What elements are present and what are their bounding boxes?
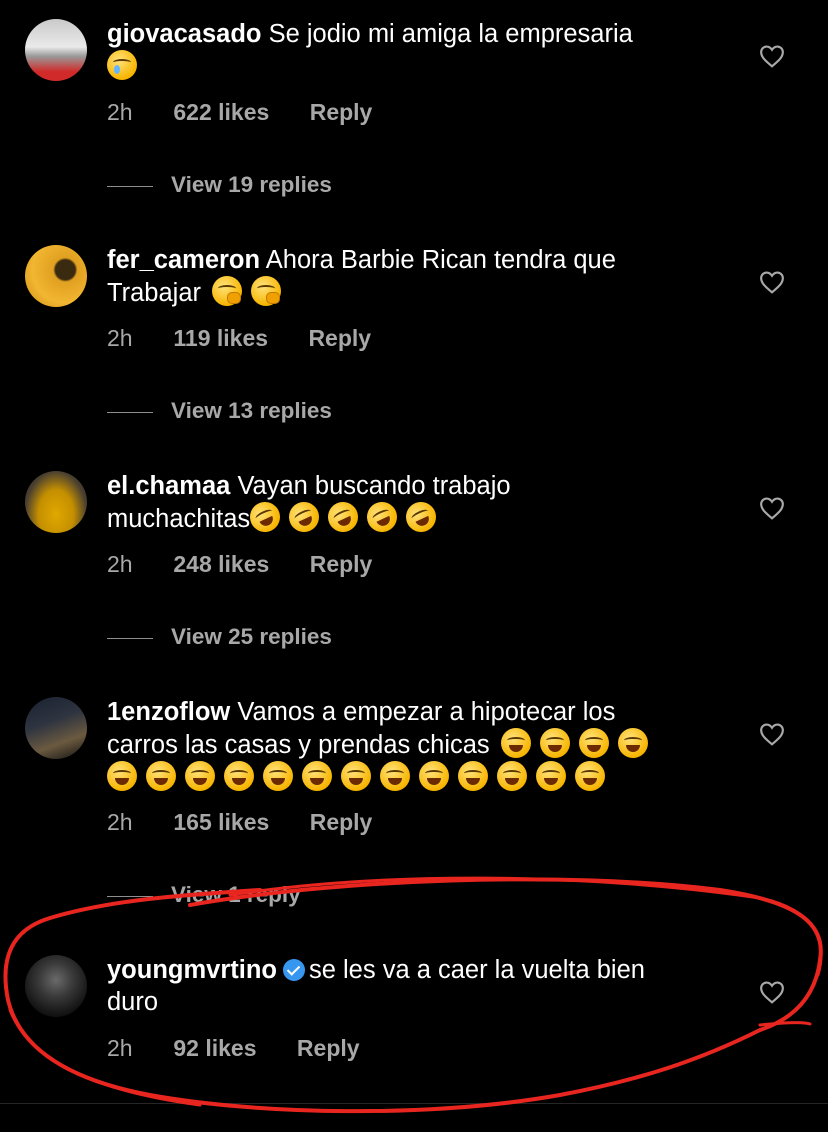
comment-time: 2h <box>107 809 133 835</box>
bottom-divider <box>0 1103 828 1104</box>
heart-outline-icon[interactable] <box>759 270 785 294</box>
tears-of-joy-icon <box>263 761 293 791</box>
comment-username[interactable]: youngmvrtino <box>107 956 277 984</box>
comment-likes[interactable]: 119 likes <box>173 325 268 352</box>
comment-text: se les va a caer la vuelta bien <box>309 956 645 984</box>
comment-likes[interactable]: 248 likes <box>173 551 269 578</box>
tears-of-joy-icon <box>380 761 410 791</box>
rolling-on-floor-laughing-icon <box>323 497 364 537</box>
rolling-on-floor-laughing-icon <box>362 497 403 537</box>
face-with-hand-over-mouth-icon <box>251 276 282 306</box>
tears-of-joy-icon <box>185 761 215 791</box>
thread-line <box>107 411 153 413</box>
tears-of-joy-icon <box>536 761 566 791</box>
reply-button[interactable]: Reply <box>308 325 371 352</box>
rolling-on-floor-laughing-icon <box>245 497 286 537</box>
crying-face-icon <box>107 50 137 80</box>
face-with-hand-over-mouth-icon <box>212 276 243 306</box>
verified-badge-icon <box>283 959 305 981</box>
comment-text: Se jodio mi amiga la empresaria <box>268 20 633 48</box>
tears-of-joy-icon <box>419 761 449 791</box>
comment-time: 2h <box>107 551 133 577</box>
heart-outline-icon[interactable] <box>759 496 785 520</box>
tears-of-joy-icon <box>107 761 137 791</box>
tears-of-joy-icon <box>302 761 332 791</box>
view-replies-button[interactable]: View 19 replies <box>107 172 332 198</box>
comment-likes[interactable]: 92 likes <box>173 1035 256 1062</box>
avatar[interactable] <box>25 471 87 533</box>
comment-time: 2h <box>107 325 133 351</box>
heart-outline-icon[interactable] <box>759 980 785 1004</box>
comment-likes[interactable]: 165 likes <box>173 809 269 836</box>
comment-text: Vamos a empezar a hipotecar los <box>237 698 616 726</box>
comment-text-line2: carros las casas y prendas chicas <box>107 731 490 759</box>
reply-button[interactable]: Reply <box>297 1035 360 1062</box>
comment-username[interactable]: el.chamaa <box>107 472 230 500</box>
reply-button[interactable]: Reply <box>310 809 373 836</box>
avatar[interactable] <box>25 245 87 307</box>
avatar[interactable] <box>25 697 87 759</box>
thread-line <box>107 185 153 187</box>
avatar[interactable] <box>25 19 87 81</box>
view-replies-button[interactable]: View 1 reply <box>107 882 301 908</box>
comment-username[interactable]: fer_cameron <box>107 246 260 274</box>
comment-text-line2: duro <box>107 988 159 1016</box>
tears-of-joy-icon <box>458 761 488 791</box>
reply-button[interactable]: Reply <box>310 99 373 126</box>
tears-of-joy-icon <box>575 761 605 791</box>
thread-line <box>107 637 153 639</box>
reply-button[interactable]: Reply <box>310 551 373 578</box>
tears-of-joy-icon <box>578 728 609 758</box>
tears-of-joy-icon <box>224 761 254 791</box>
view-replies-button[interactable]: View 25 replies <box>107 624 332 650</box>
rolling-on-floor-laughing-icon <box>284 497 325 537</box>
comment-text: Vayan buscando trabajo <box>237 472 511 500</box>
tears-of-joy-icon <box>500 728 531 758</box>
tears-of-joy-icon <box>617 728 648 758</box>
comment-text: Ahora Barbie Rican tendra que <box>265 246 616 274</box>
comment-time: 2h <box>107 1035 133 1061</box>
rolling-on-floor-laughing-icon <box>401 497 442 537</box>
tears-of-joy-icon <box>539 728 570 758</box>
tears-of-joy-icon <box>341 761 371 791</box>
comment-text-line2: muchachitas <box>107 505 251 533</box>
comment-text-line2: Trabajar <box>107 279 202 307</box>
heart-outline-icon[interactable] <box>759 44 785 68</box>
comment-username[interactable]: giovacasado <box>107 20 261 48</box>
comment-username[interactable]: 1enzoflow <box>107 698 230 726</box>
tears-of-joy-icon <box>146 761 176 791</box>
avatar[interactable] <box>25 955 87 1017</box>
tears-of-joy-icon <box>497 761 527 791</box>
view-replies-button[interactable]: View 13 replies <box>107 398 332 424</box>
comment-time: 2h <box>107 99 133 125</box>
heart-outline-icon[interactable] <box>759 722 785 746</box>
comment-likes[interactable]: 622 likes <box>173 99 269 126</box>
thread-line <box>107 895 153 897</box>
